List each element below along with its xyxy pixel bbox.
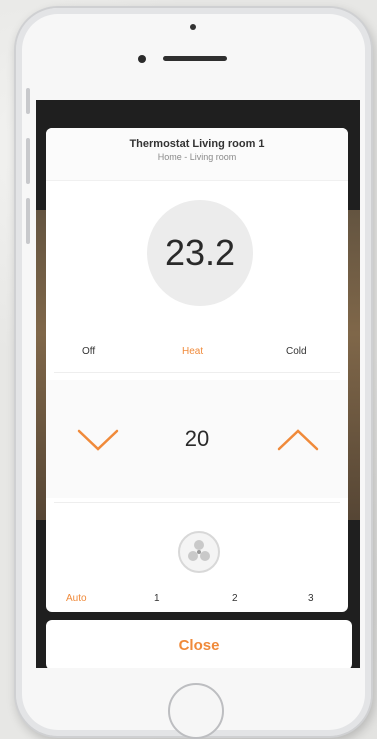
volume-up-button — [26, 138, 30, 184]
thermostat-dialog: Thermostat Living room 1 Home - Living r… — [46, 128, 348, 612]
setpoint-control: 20 — [46, 380, 348, 498]
dialog-title: Thermostat Living room 1 — [129, 138, 265, 150]
current-temperature: 23.2 — [147, 200, 253, 306]
close-button[interactable]: Close — [46, 620, 352, 668]
fan-speed-1-button[interactable]: 1 — [154, 593, 160, 604]
fan-blades-icon — [188, 540, 210, 561]
front-camera — [138, 55, 146, 63]
volume-down-button — [26, 198, 30, 244]
fan-speed-auto-button[interactable]: Auto — [66, 593, 87, 604]
earpiece-speaker — [163, 56, 227, 61]
increase-temp-chevron-up-icon[interactable] — [276, 428, 320, 452]
mode-off-button[interactable]: Off — [82, 346, 95, 357]
mode-heat-button[interactable]: Heat — [182, 346, 203, 357]
dialog-subtitle: Home - Living room — [157, 152, 237, 162]
mode-cold-button[interactable]: Cold — [286, 346, 307, 357]
dialog-header: Thermostat Living room 1 Home - Living r… — [46, 128, 348, 181]
sensor-dot — [190, 24, 196, 30]
divider — [54, 372, 340, 373]
phone-screen: Thermostat Living room 1 Home - Living r… — [36, 100, 360, 668]
home-button[interactable] — [168, 683, 224, 739]
fan-speed-3-button[interactable]: 3 — [308, 593, 314, 604]
divider — [54, 502, 340, 503]
mute-switch — [26, 88, 30, 114]
fan-speed-2-button[interactable]: 2 — [232, 593, 238, 604]
fan-icon — [178, 531, 220, 573]
